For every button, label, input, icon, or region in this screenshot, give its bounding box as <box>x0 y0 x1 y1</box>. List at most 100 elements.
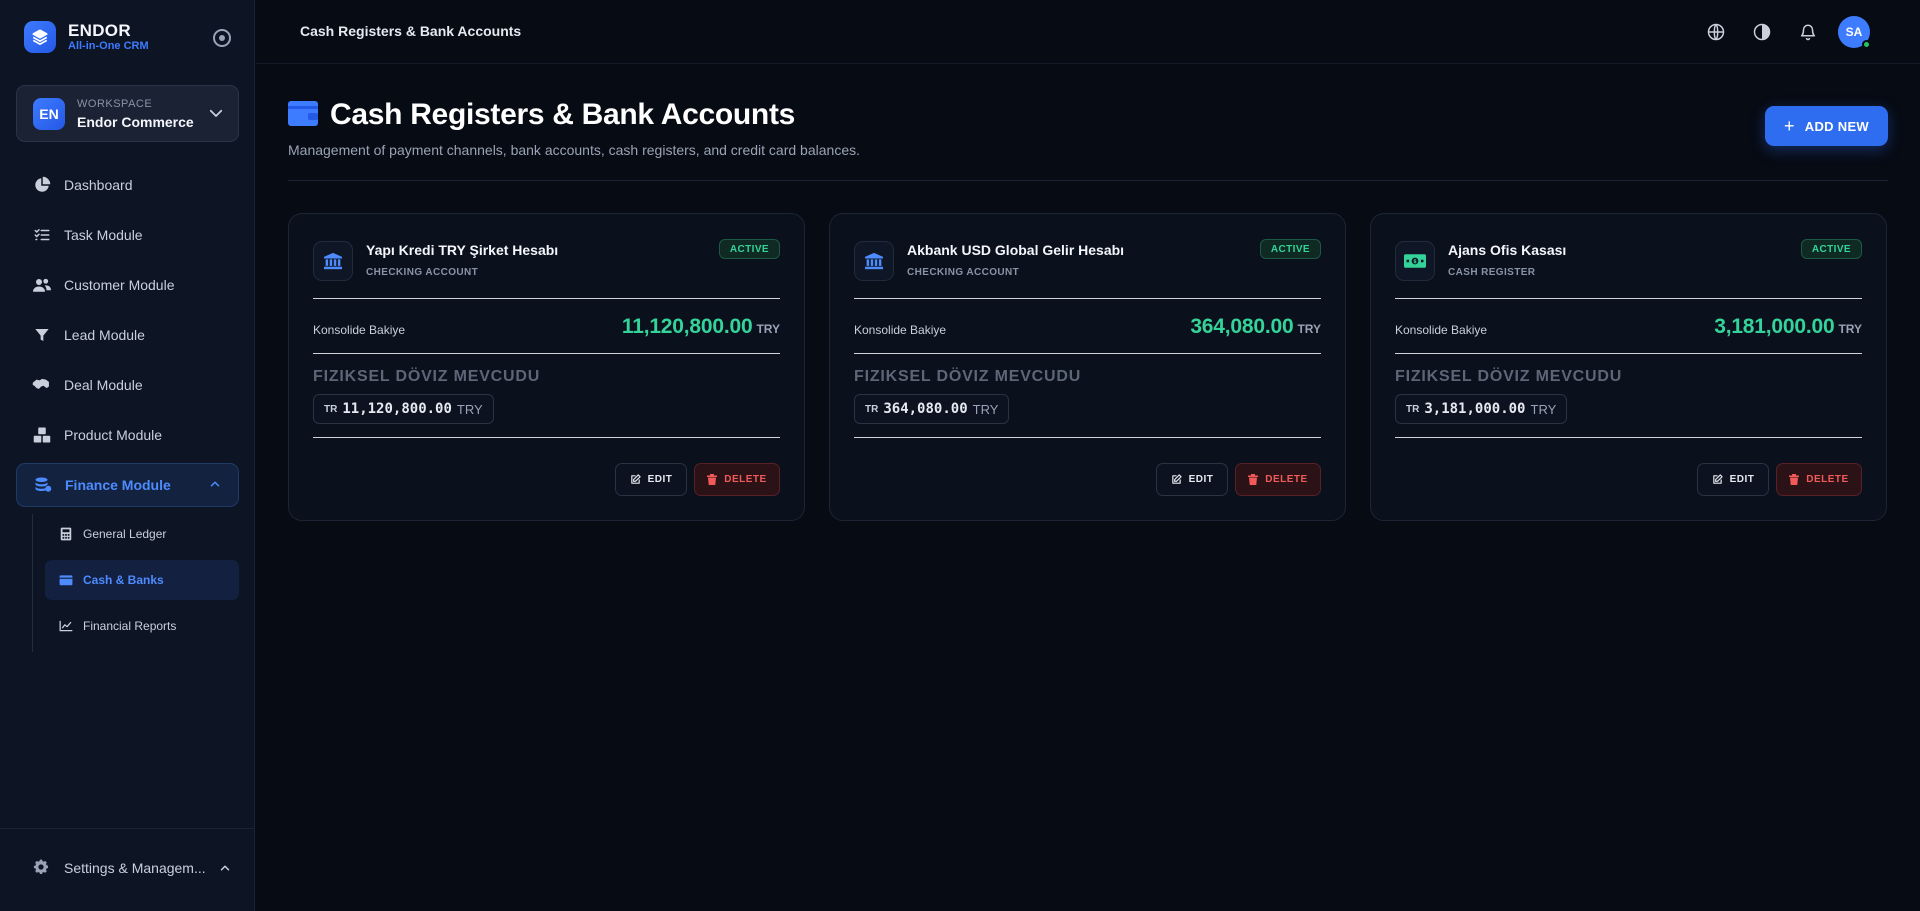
fx-holding-chip: TR 364,080.00 TRY <box>854 394 1010 424</box>
user-initials: SA <box>1845 25 1863 39</box>
account-type: CHECKING ACCOUNT <box>366 267 479 278</box>
bank-icon <box>854 241 894 281</box>
balance-value: 364,080.00 TRY <box>1190 315 1321 339</box>
balance-label: Konsolide Bakiye <box>1395 323 1488 337</box>
header-divider <box>288 180 1888 181</box>
fx-currency: TRY <box>1530 401 1557 417</box>
subnav-item-financial-reports[interactable]: Financial Reports <box>45 606 239 646</box>
divider <box>854 353 1321 354</box>
account-card: $ Ajans Ofis Kasası CASH REGISTER ACTIVE… <box>1370 213 1887 521</box>
fx-holding-chip: TR 3,181,000.00 TRY <box>1395 394 1568 424</box>
balance-currency: TRY <box>756 322 780 336</box>
main-nav: Dashboard Task Module Customer Module Le… <box>16 163 239 513</box>
balance-amount: 3,181,000.00 <box>1714 315 1835 338</box>
user-avatar[interactable]: SA <box>1838 16 1871 49</box>
sidebar-toggle-icon[interactable] <box>213 29 231 47</box>
account-name: Yapı Kredi TRY Şirket Hesabı <box>366 242 559 258</box>
delete-label: DELETE <box>724 474 767 485</box>
subnav-item-general-ledger[interactable]: General Ledger <box>45 514 239 554</box>
topbar: Cash Registers & Bank Accounts SA <box>256 0 1920 64</box>
fx-amount: 364,080.00 <box>883 401 968 417</box>
divider <box>1395 353 1862 354</box>
trash-icon <box>707 474 718 485</box>
balance-currency: TRY <box>1297 322 1321 336</box>
line-chart-icon <box>59 619 73 633</box>
delete-button[interactable]: DELETE <box>694 463 780 496</box>
account-card: Yapı Kredi TRY Şirket Hesabı CHECKING AC… <box>288 213 805 521</box>
chevron-up-icon <box>218 861 232 878</box>
brand-name: ENDOR <box>68 21 131 40</box>
boxes-icon <box>32 425 52 445</box>
divider <box>313 437 780 438</box>
topbar-actions: SA <box>1686 16 1871 49</box>
nav-item-lead-module[interactable]: Lead Module <box>16 313 239 357</box>
nav-label: Dashboard <box>64 177 133 193</box>
fx-holding-chip: TR 11,120,800.00 TRY <box>313 394 494 424</box>
account-name: Ajans Ofis Kasası <box>1448 242 1567 258</box>
nav-item-dashboard[interactable]: Dashboard <box>16 163 239 207</box>
page-title: Cash Registers & Bank Accounts <box>330 98 796 131</box>
workspace-avatar: EN <box>33 98 65 130</box>
status-badge: ACTIVE <box>718 239 780 259</box>
brand-subtitle: All-in-One CRM <box>68 40 149 52</box>
nav-item-product-module[interactable]: Product Module <box>16 413 239 457</box>
fx-holdings-title: FIZIKSEL DÖVIZ MEVCUDU <box>854 368 1082 385</box>
workspace-switcher[interactable]: EN WORKSPACE Endor Commerce <box>16 85 239 142</box>
delete-button[interactable]: DELETE <box>1235 463 1321 496</box>
workspace-name: Endor Commerce <box>77 114 194 130</box>
gear-icon <box>32 858 52 878</box>
fx-amount: 3,181,000.00 <box>1424 401 1526 417</box>
topbar-title: Cash Registers & Bank Accounts <box>300 23 522 39</box>
divider <box>313 298 780 299</box>
fx-country-code: TR <box>865 403 879 415</box>
edit-icon <box>1171 474 1182 485</box>
globe-icon[interactable] <box>1700 16 1732 48</box>
edit-label: EDIT <box>1729 474 1755 485</box>
edit-label: EDIT <box>647 474 673 485</box>
wallet-icon <box>59 573 73 587</box>
edit-button[interactable]: EDIT <box>1156 463 1228 496</box>
settings-management[interactable]: Settings & Managem... <box>32 856 232 880</box>
checklist-icon <box>32 225 52 245</box>
plus-icon: + <box>1783 116 1795 136</box>
account-card: Akbank USD Global Gelir Hesabı CHECKING … <box>829 213 1346 521</box>
theme-toggle-icon[interactable] <box>1746 16 1778 48</box>
add-new-button[interactable]: + ADD NEW <box>1765 106 1888 146</box>
page-header: Cash Registers & Bank Accounts Managemen… <box>288 98 860 158</box>
nav-label: Customer Module <box>64 277 175 293</box>
edit-button[interactable]: EDIT <box>615 463 687 496</box>
balance-amount: 11,120,800.00 <box>621 315 753 338</box>
edit-icon <box>1712 474 1723 485</box>
account-type: CASH REGISTER <box>1448 267 1536 278</box>
fx-amount: 11,120,800.00 <box>342 401 452 417</box>
nav-label: Deal Module <box>64 377 143 393</box>
status-badge: ACTIVE <box>1259 239 1321 259</box>
trash-icon <box>1789 474 1800 485</box>
divider <box>1395 298 1862 299</box>
subnav-item-cash-banks[interactable]: Cash & Banks <box>45 560 239 600</box>
brand[interactable]: ENDOR All-in-One CRM <box>24 21 149 53</box>
nav-item-deal-module[interactable]: Deal Module <box>16 363 239 407</box>
subnav-label: General Ledger <box>83 527 167 541</box>
divider <box>854 437 1321 438</box>
banknote-icon: $ <box>1395 241 1435 281</box>
trash-icon <box>1248 474 1259 485</box>
balance-label: Konsolide Bakiye <box>313 323 406 337</box>
nav-item-customer-module[interactable]: Customer Module <box>16 263 239 307</box>
fx-holdings-title: FIZIKSEL DÖVIZ MEVCUDU <box>313 368 541 385</box>
calculator-icon <box>59 527 73 541</box>
balance-value: 11,120,800.00 TRY <box>622 315 780 339</box>
bell-icon[interactable] <box>1792 16 1824 48</box>
nav-item-task-module[interactable]: Task Module <box>16 213 239 257</box>
pie-chart-icon <box>32 175 52 195</box>
edit-button[interactable]: EDIT <box>1697 463 1769 496</box>
nav-label: Finance Module <box>65 477 171 493</box>
nav-label: Lead Module <box>64 327 145 343</box>
nav-item-finance-module[interactable]: Finance Module <box>16 463 239 507</box>
divider <box>313 353 780 354</box>
delete-button[interactable]: DELETE <box>1776 463 1862 496</box>
add-new-label: ADD NEW <box>1804 118 1870 134</box>
nav-label: Task Module <box>64 227 143 243</box>
fx-country-code: TR <box>324 403 338 415</box>
edit-label: EDIT <box>1188 474 1214 485</box>
